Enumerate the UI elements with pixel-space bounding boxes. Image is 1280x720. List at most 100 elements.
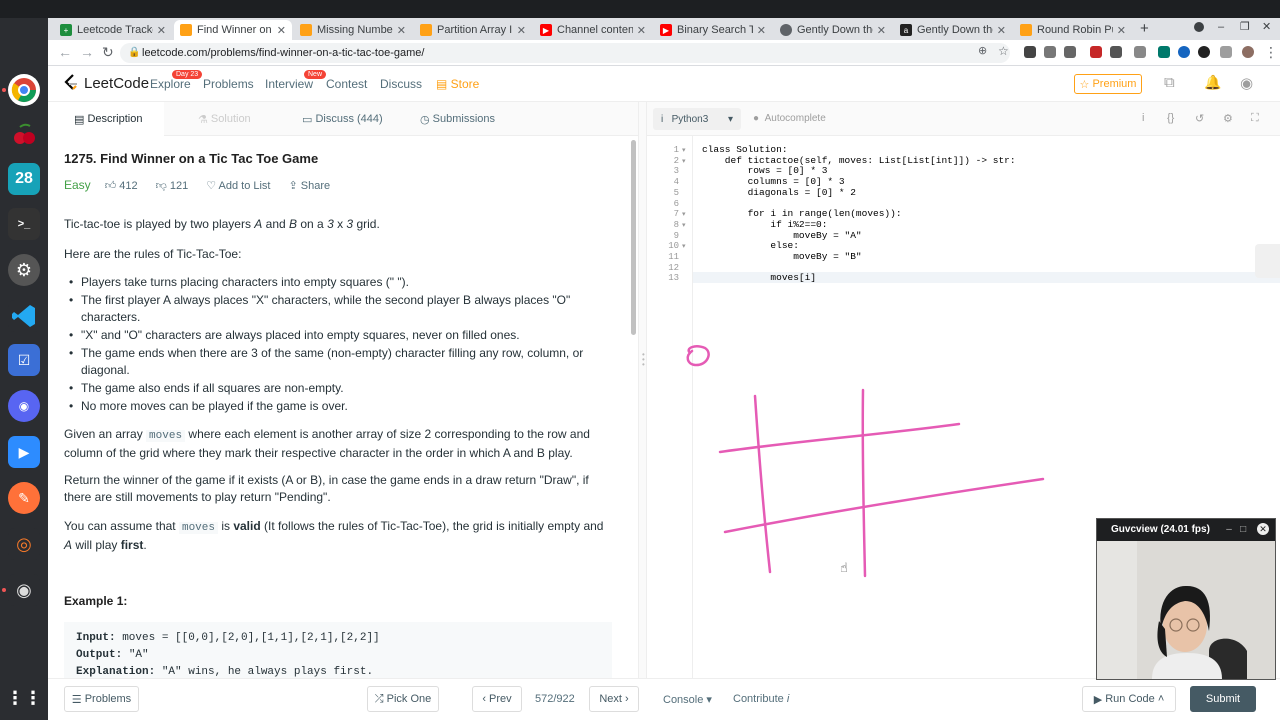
reload-icon[interactable]: ↻ bbox=[102, 44, 114, 61]
close-icon[interactable]: ✕ bbox=[877, 24, 886, 37]
premium-button[interactable]: ☆ Premium bbox=[1074, 74, 1142, 94]
language-select[interactable]: i Python3 ▾ bbox=[653, 108, 741, 130]
close-icon[interactable]: ✕ bbox=[1257, 523, 1269, 535]
discord-icon[interactable]: ◉ bbox=[8, 390, 40, 422]
browser-tab-7[interactable]: a Gently Down the ✕ bbox=[894, 20, 1012, 40]
browser-tab-1[interactable]: Find Winner on a ✕ bbox=[174, 20, 292, 40]
nav-explore[interactable]: Explore bbox=[150, 77, 191, 91]
extension-icon[interactable] bbox=[1064, 46, 1076, 58]
submit-button[interactable]: Submit bbox=[1190, 686, 1256, 712]
webcam-app-icon[interactable]: ◉ bbox=[8, 574, 40, 606]
url-field[interactable]: 🔒 leetcode.com/problems/find-winner-on-a… bbox=[120, 43, 1010, 63]
run-code-button[interactable]: ▶ Run Code ˄ bbox=[1082, 686, 1176, 712]
new-tab-button[interactable]: + bbox=[1140, 20, 1149, 37]
browser-tab-4[interactable]: ▶ Channel content ✕ bbox=[534, 20, 652, 40]
pane-divider[interactable]: • • • bbox=[638, 102, 647, 678]
prev-button[interactable]: ‹ Prev bbox=[472, 686, 522, 712]
tab-description[interactable]: ▤ Description bbox=[48, 102, 164, 136]
bookmark-star-icon[interactable]: ☆ bbox=[998, 44, 1009, 58]
kebab-menu-icon[interactable]: ⋮ bbox=[1264, 44, 1278, 61]
tab-submissions[interactable]: ◷ Submissions bbox=[420, 102, 510, 136]
extension-icon[interactable] bbox=[1044, 46, 1056, 58]
minimize-icon[interactable]: – bbox=[1218, 21, 1224, 33]
close-window-icon[interactable]: ✕ bbox=[1262, 20, 1271, 33]
extension-icon[interactable] bbox=[1158, 46, 1170, 58]
extension-icon[interactable] bbox=[1178, 46, 1190, 58]
minimize-icon[interactable]: – bbox=[1226, 524, 1232, 535]
nav-store[interactable]: ▤ Store bbox=[436, 77, 479, 91]
zoom-icon[interactable]: ▶ bbox=[8, 436, 40, 468]
hand-cursor-icon: ☝ bbox=[840, 560, 848, 575]
browser-tab-5[interactable]: ▶Binary Search Tree✕ bbox=[654, 20, 772, 40]
puzzle-icon[interactable] bbox=[1220, 46, 1232, 58]
info-icon[interactable]: i bbox=[1142, 112, 1144, 124]
blender-icon[interactable]: ◎ bbox=[8, 528, 40, 560]
console-toggle[interactable]: Console ▾ bbox=[663, 693, 712, 706]
maximize-icon[interactable]: ❐ bbox=[1240, 20, 1250, 33]
close-icon[interactable]: ✕ bbox=[277, 24, 286, 37]
app-grid-icon[interactable]: ⋮⋮ bbox=[6, 682, 42, 714]
pen-icon[interactable]: ✎ bbox=[8, 482, 40, 514]
pick-one-button[interactable]: ⤮ Pick One bbox=[367, 686, 439, 712]
active-app-indicator bbox=[2, 588, 6, 592]
close-icon[interactable]: ✕ bbox=[997, 24, 1006, 37]
browser-tab-2[interactable]: Missing Number ✕ bbox=[294, 20, 412, 40]
autocomplete-toggle[interactable]: ● Autocomplete bbox=[753, 113, 826, 124]
browser-tab-3[interactable]: Partition Array Into✕ bbox=[414, 20, 532, 40]
webcam-window[interactable]: Guvcview (24.01 fps) – □ ✕ bbox=[1096, 518, 1276, 680]
nav-interview[interactable]: Interview bbox=[265, 77, 313, 91]
chrome-icon[interactable] bbox=[8, 74, 40, 106]
close-icon[interactable]: ✕ bbox=[517, 24, 526, 37]
problems-list-button[interactable]: ☰ Problems bbox=[64, 686, 139, 712]
cherry-icon[interactable] bbox=[8, 118, 40, 150]
dislike-button[interactable]: 👎︎ 121 bbox=[156, 179, 189, 192]
add-to-list-button[interactable]: ♡ Add to List bbox=[206, 179, 270, 192]
nav-problems[interactable]: Problems bbox=[203, 77, 254, 91]
leetcode-logo[interactable]: LeetCode bbox=[64, 74, 149, 92]
next-button[interactable]: Next › bbox=[589, 686, 639, 712]
close-icon[interactable]: ✕ bbox=[397, 24, 406, 37]
calendar-icon[interactable]: 28 bbox=[8, 163, 40, 195]
close-icon[interactable]: ✕ bbox=[157, 24, 166, 37]
extension-icon[interactable] bbox=[1110, 46, 1122, 58]
inline-code: moves bbox=[178, 522, 218, 534]
leetcode-favicon-icon bbox=[420, 24, 432, 36]
extension-icon[interactable] bbox=[1024, 46, 1036, 58]
forward-arrow-icon[interactable]: → bbox=[80, 44, 94, 60]
settings-icon[interactable]: ⚙ bbox=[8, 254, 40, 286]
description-scrollbar[interactable] bbox=[631, 140, 636, 335]
browser-tab-8[interactable]: Round Robin Pull✕ bbox=[1014, 20, 1132, 40]
close-icon[interactable]: ✕ bbox=[637, 24, 646, 37]
tasks-icon[interactable]: ☑ bbox=[8, 344, 40, 376]
settings-icon[interactable]: ⚙ bbox=[1223, 112, 1233, 125]
close-icon[interactable]: ✕ bbox=[1117, 24, 1126, 37]
media-control-icon[interactable] bbox=[1194, 22, 1204, 32]
user-avatar-icon[interactable]: ◉ bbox=[1240, 74, 1253, 92]
nav-discuss[interactable]: Discuss bbox=[380, 77, 422, 91]
fullscreen-icon[interactable]: ⛶ bbox=[1251, 112, 1259, 125]
vscode-icon[interactable] bbox=[8, 300, 40, 332]
maximize-icon[interactable]: □ bbox=[1240, 524, 1246, 535]
browser-tab-0[interactable]: +Leetcode Tracker✕ bbox=[54, 20, 172, 40]
bell-icon[interactable]: 🔔 bbox=[1204, 74, 1221, 91]
share-button[interactable]: ⇪ Share bbox=[289, 179, 331, 192]
close-icon[interactable]: ✕ bbox=[757, 24, 766, 37]
nav-contest[interactable]: Contest bbox=[326, 77, 367, 91]
extension-icon[interactable] bbox=[1134, 46, 1146, 58]
side-panel-tab[interactable] bbox=[1255, 244, 1280, 278]
editor-toolbar: i Python3 ▾ ● Autocomplete i {} ↺ ⚙ ⛶ bbox=[647, 102, 1280, 136]
back-arrow-icon[interactable]: ← bbox=[58, 44, 72, 60]
reset-icon[interactable]: ↺ bbox=[1195, 112, 1204, 125]
extension-icon[interactable] bbox=[1198, 46, 1210, 58]
zoom-icon[interactable]: ⊕ bbox=[978, 44, 987, 57]
playground-icon[interactable]: ⧉ bbox=[1164, 74, 1175, 91]
extension-icon[interactable] bbox=[1090, 46, 1102, 58]
browser-tab-6[interactable]: Gently Down the ✕ bbox=[774, 20, 892, 40]
contribute-link[interactable]: Contribute i bbox=[733, 693, 789, 705]
terminal-icon[interactable]: >_ bbox=[8, 208, 40, 240]
bottom-bar: ☰ Problems ⤮ Pick One ‹ Prev 572/922 Nex… bbox=[48, 678, 1280, 720]
like-button[interactable]: 👍︎ 412 bbox=[105, 179, 138, 192]
profile-avatar[interactable] bbox=[1242, 46, 1254, 58]
braces-icon[interactable]: {} bbox=[1167, 112, 1174, 124]
tab-discuss[interactable]: ▭ Discuss (444) bbox=[302, 102, 392, 136]
